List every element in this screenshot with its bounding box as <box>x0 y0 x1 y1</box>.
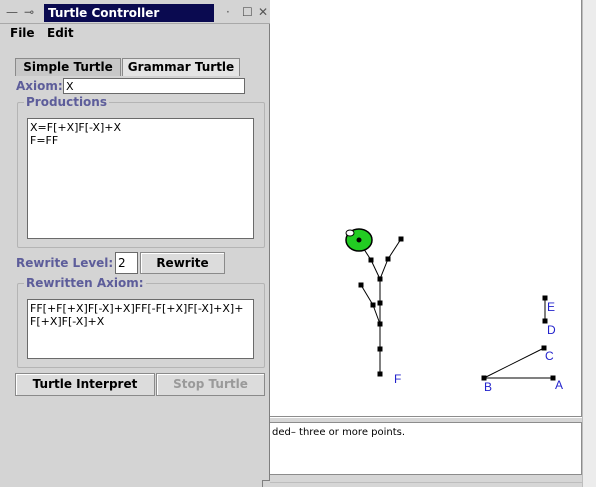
pin-icon[interactable]: ⊸ <box>24 4 34 20</box>
menu-file[interactable]: File <box>10 26 35 40</box>
turtle-canvas-area: F B A C D E ded– three or more points. <box>270 0 596 487</box>
point-label-f: F <box>394 372 401 386</box>
tree-branch-line <box>372 304 381 325</box>
message-text: ded– three or more points. <box>270 422 582 475</box>
rewritten-axiom-textarea[interactable]: FF[+F[+X]F[-X]+X]FF[-F[+X]F[-X]+X]+ F[+X… <box>27 299 254 359</box>
turtle-interpret-button[interactable]: Turtle Interpret <box>15 373 155 396</box>
productions-label: Productions <box>24 95 109 109</box>
point-marker <box>377 371 383 377</box>
maximize-icon[interactable]: ☐ <box>242 4 253 20</box>
point-marker <box>358 282 364 288</box>
rewrite-level-label: Rewrite Level: <box>16 256 114 270</box>
tree-branch-line <box>370 259 381 280</box>
point-marker <box>398 236 404 242</box>
turtle-icon[interactable] <box>345 228 373 252</box>
window-menu-icon[interactable]: — <box>6 4 18 20</box>
close-icon[interactable]: ✕ <box>258 4 268 20</box>
tab-simple-turtle[interactable]: Simple Turtle <box>15 58 121 76</box>
window-title: Turtle Controller <box>44 4 214 22</box>
title-bar[interactable]: — ⊸ Turtle Controller · ☐ ✕ <box>0 0 270 24</box>
turtle-controller-window: — ⊸ Turtle Controller · ☐ ✕ File Edit Si… <box>0 0 270 487</box>
menu-bar: File Edit <box>0 24 270 44</box>
point-label-e: E <box>547 300 555 314</box>
resize-corner[interactable] <box>262 480 270 487</box>
tab-grammar-turtle[interactable]: Grammar Turtle <box>122 58 240 76</box>
point-marker <box>377 300 383 306</box>
axiom-input[interactable] <box>63 78 245 94</box>
point-marker <box>368 257 374 263</box>
rewritten-axiom-label: Rewritten Axiom: <box>24 276 146 290</box>
stop-turtle-button[interactable]: Stop Turtle <box>156 373 265 396</box>
message-panel: ded– three or more points. <box>270 418 582 487</box>
point-label-b: B <box>484 380 492 394</box>
tree-branch-line <box>387 238 402 260</box>
tree-branch-line <box>379 258 389 280</box>
rewrite-level-input[interactable] <box>115 252 138 274</box>
shade-icon[interactable]: · <box>226 4 230 20</box>
point-label-a: A <box>555 378 563 392</box>
tree-branch-line <box>360 284 374 306</box>
point-marker <box>377 276 383 282</box>
point-marker <box>377 321 383 327</box>
axiom-label: Axiom: <box>16 79 63 93</box>
segment-bc <box>483 347 545 379</box>
productions-textarea[interactable]: X=F[+X]F[-X]+X F=FF <box>27 118 254 239</box>
point-label-d: D <box>547 323 556 337</box>
message-panel-footer <box>270 482 582 487</box>
menu-edit[interactable]: Edit <box>47 26 74 40</box>
point-marker <box>377 346 383 352</box>
rewrite-button[interactable]: Rewrite <box>140 252 225 274</box>
drawing-canvas[interactable]: F B A C D E <box>270 0 582 417</box>
right-edge-strip <box>582 0 596 487</box>
turtle-drawing: F B A C D E <box>345 228 563 394</box>
point-marker <box>385 256 391 262</box>
point-label-c: C <box>545 349 554 363</box>
point-marker <box>370 302 376 308</box>
